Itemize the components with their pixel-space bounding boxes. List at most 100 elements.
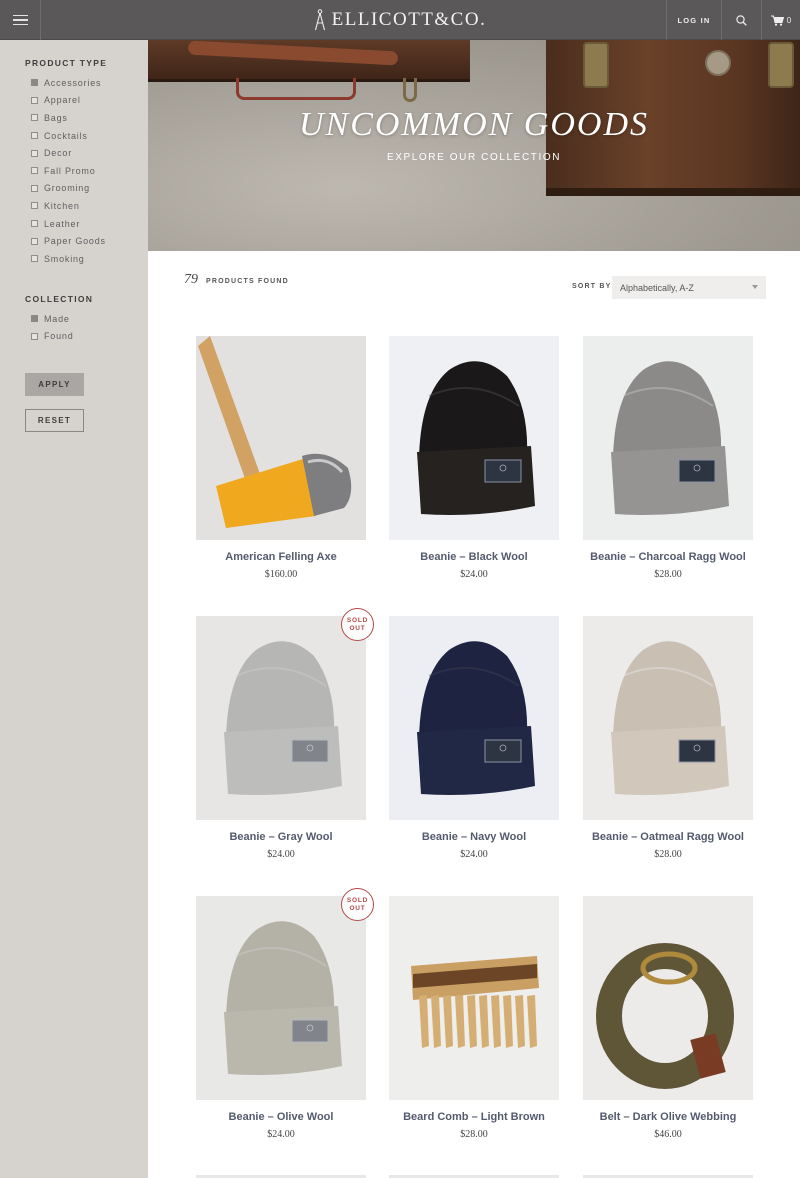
- sold-out-badge: SOLD OUT: [341, 608, 374, 641]
- product-image[interactable]: [196, 336, 366, 540]
- filter-item[interactable]: Grooming: [25, 180, 107, 198]
- checkbox[interactable]: [31, 96, 38, 104]
- filter-item[interactable]: Smoking: [25, 250, 107, 268]
- menu-icon: [12, 14, 28, 17]
- checkbox[interactable]: [31, 202, 38, 210]
- filter-item[interactable]: Decor: [25, 144, 107, 162]
- sold-out-label: SOLD: [346, 896, 369, 904]
- checkbox[interactable]: [31, 184, 38, 192]
- product-name[interactable]: Beard Comb – Light Brown: [389, 1111, 559, 1123]
- product-illustration: [389, 336, 559, 540]
- brand-logo[interactable]: ELLICOTT&CO.: [300, 0, 500, 40]
- filter-item[interactable]: Apparel: [25, 92, 107, 110]
- product-price: $28.00: [654, 569, 682, 580]
- checkbox[interactable]: [31, 167, 38, 175]
- product-image[interactable]: [583, 616, 753, 820]
- checkbox[interactable]: [31, 114, 38, 122]
- product-price: $24.00: [460, 849, 488, 860]
- product-card[interactable]: Beanie – Charcoal Ragg Wool $28.00: [583, 336, 753, 580]
- product-card[interactable]: Beard Comb – Light Brown $28.00: [389, 896, 559, 1140]
- filter-item-label: Kitchen: [44, 200, 80, 211]
- filter-item[interactable]: Bags: [25, 109, 107, 127]
- login-link[interactable]: LOG IN: [666, 0, 721, 40]
- compass-logo-icon: [314, 9, 325, 31]
- product-card[interactable]: Belt – Dark Olive Webbing $46.00: [583, 896, 753, 1140]
- filter-item[interactable]: Fall Promo: [25, 162, 107, 180]
- filter-item-label: Leather: [44, 218, 81, 229]
- product-illustration: [583, 616, 753, 820]
- hero-subtitle[interactable]: EXPLORE OUR COLLECTION: [148, 152, 800, 163]
- checkbox[interactable]: [31, 79, 38, 87]
- product-name[interactable]: Beanie – Gray Wool: [196, 831, 366, 843]
- filter-item[interactable]: Accessories: [25, 74, 107, 92]
- product-image[interactable]: [196, 616, 366, 820]
- filter-item-label: Bags: [44, 112, 68, 123]
- checkbox[interactable]: [31, 149, 38, 157]
- filter-item-label: Grooming: [44, 183, 90, 194]
- product-image[interactable]: [389, 616, 559, 820]
- menu-button[interactable]: [0, 0, 41, 40]
- menu-icon-bar: [12, 19, 28, 21]
- brand-name: ELLICOTT&CO.: [331, 9, 487, 30]
- product-image[interactable]: [583, 896, 753, 1100]
- product-price: $160.00: [264, 569, 298, 580]
- checkbox[interactable]: [31, 237, 38, 245]
- product-price: $24.00: [460, 569, 488, 580]
- cart-count: 0: [786, 15, 792, 25]
- checkbox[interactable]: [31, 315, 38, 323]
- filter-item[interactable]: Found: [25, 328, 93, 346]
- search-button[interactable]: [721, 0, 761, 40]
- product-illustration: [389, 616, 559, 820]
- filter-item-label: Decor: [44, 148, 73, 159]
- product-name[interactable]: Beanie – Oatmeal Ragg Wool: [583, 831, 753, 843]
- product-type-filter: PRODUCT TYPE Accessories Apparel Bags Cockt…: [25, 58, 107, 268]
- checkbox[interactable]: [31, 220, 38, 228]
- site-header: ELLICOTT&CO. LOG IN 0: [0, 0, 800, 40]
- product-name[interactable]: Beanie – Charcoal Ragg Wool: [583, 551, 753, 563]
- checkbox[interactable]: [31, 255, 38, 263]
- product-name[interactable]: American Felling Axe: [196, 551, 366, 563]
- product-card[interactable]: Beanie – Oatmeal Ragg Wool $28.00: [583, 616, 753, 860]
- hero-clip-graphic: [403, 78, 417, 102]
- reset-button[interactable]: RESET: [25, 409, 84, 432]
- checkbox[interactable]: [31, 332, 38, 340]
- product-card[interactable]: SOLD OUT Beanie – Gray Wool $24.00: [196, 608, 374, 860]
- filter-item-label: Smoking: [44, 253, 85, 264]
- cart-button[interactable]: 0: [761, 0, 800, 40]
- product-name[interactable]: Beanie – Black Wool: [389, 551, 559, 563]
- products-count-number: 79: [184, 272, 198, 287]
- product-name[interactable]: Beanie – Olive Wool: [196, 1111, 366, 1123]
- product-name[interactable]: Belt – Dark Olive Webbing: [583, 1111, 753, 1123]
- filter-item-label: Found: [44, 331, 74, 342]
- filter-item[interactable]: Kitchen: [25, 197, 107, 215]
- sort-value: Alphabetically, A-Z: [620, 282, 694, 293]
- product-image[interactable]: [196, 896, 366, 1100]
- filter-item-label: Fall Promo: [44, 165, 96, 176]
- filter-item[interactable]: Cocktails: [25, 127, 107, 145]
- sold-out-badge: SOLD OUT: [341, 888, 374, 921]
- filter-item-label: Made: [44, 313, 70, 324]
- product-image[interactable]: [389, 896, 559, 1100]
- sort-select[interactable]: Alphabetically, A-Z: [612, 276, 766, 299]
- product-illustration: [196, 336, 366, 540]
- filter-item[interactable]: Leather: [25, 215, 107, 233]
- product-image[interactable]: [583, 336, 753, 540]
- search-icon: [736, 14, 747, 26]
- product-card[interactable]: SOLD OUT Beanie – Olive Wool $24.00: [196, 888, 374, 1140]
- checkbox[interactable]: [31, 132, 38, 140]
- product-illustration: [389, 896, 559, 1100]
- product-price: $24.00: [267, 1129, 295, 1140]
- product-name[interactable]: Beanie – Navy Wool: [389, 831, 559, 843]
- hero-title: UNCOMMON GOODS: [298, 106, 650, 143]
- chevron-down-icon: [752, 285, 758, 289]
- filter-item-label: Apparel: [44, 95, 81, 106]
- product-card[interactable]: Beanie – Navy Wool $24.00: [389, 616, 559, 860]
- apply-button[interactable]: APPLY: [25, 373, 84, 396]
- product-card[interactable]: Beanie – Black Wool $24.00: [389, 336, 559, 580]
- hero-clip-graphic: [236, 78, 356, 100]
- product-card[interactable]: American Felling Axe $160.00: [196, 336, 366, 580]
- filter-item[interactable]: Made: [25, 310, 93, 328]
- filter-item[interactable]: Paper Goods: [25, 232, 107, 250]
- product-image[interactable]: [389, 336, 559, 540]
- products-count: 79 PRODUCTS FOUND: [184, 272, 289, 288]
